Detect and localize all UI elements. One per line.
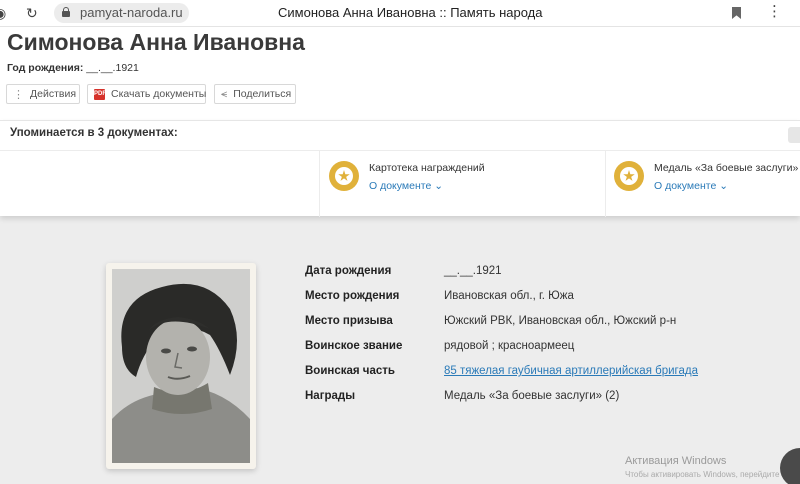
page-title-bar: Симонова Анна Ивановна :: Память народа [278, 5, 543, 20]
vertical-dots-icon: ⋮ [13, 88, 24, 101]
about-document-link[interactable]: О документе ⌄ [654, 180, 728, 192]
mentions-scroll-handle[interactable] [788, 127, 800, 143]
detail-value: Медаль «За боевые заслуги» (2) [444, 390, 620, 402]
portrait-image [112, 269, 250, 463]
scroll-top-button[interactable] [780, 448, 800, 484]
detail-value: __.__.1921 [444, 265, 502, 277]
divider [0, 150, 800, 151]
detail-value: рядовой ; красноармеец [444, 340, 575, 352]
detail-row-military-unit: Воинская часть 85 тяжелая гаубичная арти… [305, 362, 765, 382]
birth-year: Год рождения: __.__.1921 [7, 62, 139, 74]
share-icon: ⪪ [221, 87, 228, 100]
lock-icon [62, 7, 70, 17]
menu-dots-icon[interactable]: ⋮ [767, 4, 782, 20]
bookmark-icon[interactable] [732, 7, 741, 19]
windows-activation-watermark: Активация Windows Чтобы активировать Win… [625, 455, 793, 479]
detail-row-awards: Награды Медаль «За боевые заслуги» (2) [305, 387, 765, 407]
document-title: Медаль «За боевые заслуги» [654, 162, 799, 174]
person-header: Симонова Анна Ивановна Год рождения: __.… [0, 27, 800, 120]
mentions-panel: Упоминается в 3 документах: Картотека на… [0, 120, 800, 217]
watermark-subtitle: Чтобы активировать Windows, перейдите в … [625, 470, 793, 479]
detail-label: Воинское звание [305, 340, 403, 352]
birth-year-value: __.__.1921 [86, 62, 139, 74]
detail-value: Южский РВК, Ивановская обл., Южский р-н [444, 315, 677, 327]
detail-row-rank: Воинское звание рядовой ; красноармеец [305, 337, 765, 357]
about-document-link[interactable]: О документе ⌄ [369, 180, 443, 192]
detail-row-birth-place: Место рождения Ивановская обл., г. Южа [305, 287, 765, 307]
detail-label: Дата рождения [305, 265, 392, 277]
download-button-label: Скачать документы [111, 88, 207, 100]
detail-row-birth-date: Дата рождения __.__.1921 [305, 262, 765, 282]
divider [605, 151, 606, 217]
actions-button-label: Действия [30, 88, 77, 100]
watermark-title: Активация Windows [625, 455, 727, 467]
address-bar[interactable]: pamyat-naroda.ru [54, 3, 189, 23]
detail-value: Ивановская обл., г. Южа [444, 290, 574, 302]
document-title: Картотека награждений [369, 162, 485, 174]
actions-button[interactable]: ⋮ Действия [6, 84, 80, 104]
medal-icon [614, 161, 644, 191]
download-documents-button[interactable]: PDF Скачать документы [87, 84, 206, 104]
military-unit-link[interactable]: 85 тяжелая гаубичная артиллерийская бриг… [444, 365, 698, 377]
divider [319, 151, 320, 217]
browser-toolbar: ◉ ↻ pamyat-naroda.ru Симонова Анна Ивано… [0, 0, 800, 27]
back-icon[interactable]: ◉ [0, 5, 6, 21]
pdf-icon: PDF [94, 88, 106, 100]
url-text: pamyat-naroda.ru [80, 5, 183, 20]
birth-year-label: Год рождения: [7, 62, 84, 74]
detail-label: Награды [305, 390, 356, 402]
detail-label: Воинская часть [305, 365, 395, 377]
portrait-photo[interactable] [106, 263, 256, 469]
mentions-title: Упоминается в 3 документах: [10, 127, 178, 139]
medal-icon [329, 161, 359, 191]
detail-label: Место призыва [305, 315, 393, 327]
detail-row-conscription-place: Место призыва Южский РВК, Ивановская обл… [305, 312, 765, 332]
share-button[interactable]: ⪪ Поделиться [214, 84, 296, 104]
detail-label: Место рождения [305, 290, 400, 302]
reload-icon[interactable]: ↻ [26, 5, 38, 21]
person-name: Симонова Анна Ивановна [7, 29, 305, 55]
share-button-label: Поделиться [233, 88, 292, 100]
